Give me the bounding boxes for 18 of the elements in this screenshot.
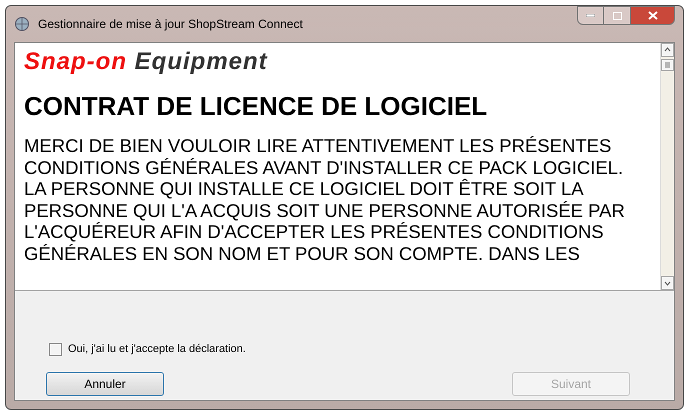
- scroll-thumb-icon[interactable]: [661, 59, 674, 71]
- logo: Snap-on Equipment: [24, 49, 269, 75]
- heading: CONTRAT DE LICENCE DE LOGICIEL: [24, 91, 488, 121]
- window-title: Gestionnaire de mise à jour ShopStream Connect: [38, 16, 303, 33]
- cancel-button[interactable]: Annuler: [46, 372, 164, 396]
- minimize-button[interactable]: [577, 6, 604, 25]
- globe-icon: [14, 16, 30, 32]
- close-icon: [648, 11, 658, 20]
- accept-label: Oui, j'ai lu et j'accepte la déclaration.: [68, 342, 246, 357]
- accept-checkbox[interactable]: [49, 342, 62, 356]
- license-text: MERCI DE BIEN VOULOIR LIRE ATTENTIVEMENT LES PRÉSENTES CONDITIONS GÉNÉRALES AVANT D'INSTALLER CE PACK LOGICIEL. LA PERSONNE QUI INSTALLE CE LOGICIEL DOIT ÊTRE SOIT LA PERSONNE QUI L'A ACQUIS SOIT UNE PERSONNE AUTORISÉE PAR L'ACQUÉREUR AFIN D'ACCEPTER LES PRÉSENTES CONDITIONS GÉNÉRALES EN SON NOM ET POUR SON COMPTE. DANS LES: [24, 135, 626, 265]
- scroll-down-icon[interactable]: [661, 276, 674, 290]
- maximize-icon: [612, 12, 622, 20]
- maximize-button[interactable]: [604, 6, 630, 25]
- scrollbar[interactable]: [660, 43, 674, 290]
- close-button[interactable]: [630, 6, 675, 25]
- scroll-up-icon[interactable]: [661, 43, 674, 57]
- minimize-icon: [586, 14, 595, 17]
